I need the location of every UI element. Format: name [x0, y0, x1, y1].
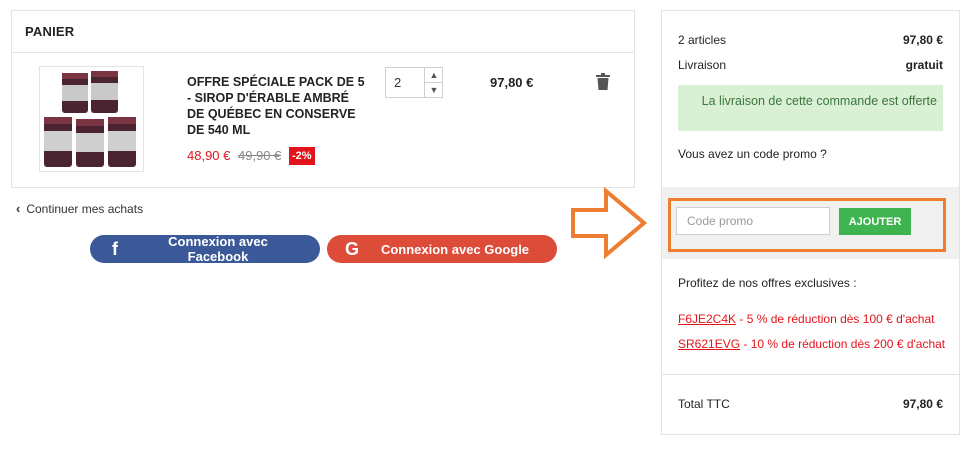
cart-title: PANIER — [25, 24, 75, 39]
shipping-value: gratuit — [905, 58, 943, 72]
free-shipping-notice: La livraison de cette commande est offer… — [678, 85, 943, 131]
google-icon: G — [344, 238, 359, 259]
continue-shopping-link[interactable]: ‹ Continuer mes achats — [16, 201, 143, 216]
facebook-login-label: Connexion avec Facebook — [168, 234, 268, 264]
chevron-left-icon: ‹ — [16, 201, 21, 216]
offer-item: SR621EVG - 10 % de réduction dès 200 € d… — [678, 337, 945, 351]
product-old-price: 49,90 € — [238, 148, 282, 163]
google-login-button[interactable]: G Connexion avec Google — [327, 235, 557, 263]
promo-code-section: AJOUTER — [662, 187, 959, 259]
order-summary-panel: 2 articles 97,80 € Livraison gratuit La … — [661, 10, 960, 435]
facebook-login-button[interactable]: f Connexion avec Facebook — [90, 234, 320, 264]
maple-syrup-cans-image — [40, 67, 143, 171]
product-image[interactable] — [39, 66, 144, 172]
quantity-decrease-button[interactable]: ▼ — [425, 83, 443, 97]
trash-icon[interactable] — [596, 73, 610, 90]
quantity-input[interactable] — [386, 68, 424, 97]
divider — [662, 374, 959, 375]
discount-badge: -2% — [289, 147, 315, 165]
shipping-label: Livraison — [678, 58, 727, 72]
cart-panel: PANIER OFFRE SPÉCIALE PACK DE 5 - SIROP … — [11, 10, 635, 188]
total-value: 97,80 € — [902, 397, 943, 411]
quantity-increase-button[interactable]: ▲ — [425, 68, 443, 83]
total-label: Total TTC — [678, 397, 730, 411]
offer-code-link[interactable]: F6JE2C4K — [678, 312, 736, 326]
quantity-stepper[interactable]: ▲ ▼ — [385, 67, 443, 98]
quantity-buttons: ▲ ▼ — [424, 68, 443, 97]
promo-code-question[interactable]: Vous avez un code promo ? — [678, 147, 827, 161]
articles-value: 97,80 € — [902, 33, 943, 47]
facebook-icon: f — [112, 238, 118, 259]
line-total: 97,80 € — [490, 75, 534, 90]
product-price: 48,90 € — [187, 148, 231, 163]
cart-header: PANIER — [12, 11, 634, 53]
offer-description: - 5 % de réduction dès 100 € d'achat — [736, 312, 935, 326]
google-login-label: Connexion avec Google — [380, 241, 530, 257]
offer-item: F6JE2C4K - 5 % de réduction dès 100 € d'… — [678, 312, 934, 326]
add-promo-button[interactable]: AJOUTER — [839, 208, 911, 235]
arrow-right-icon — [571, 186, 648, 260]
promo-code-input[interactable] — [676, 207, 830, 235]
offers-title: Profitez de nos offres exclusives : — [678, 276, 857, 290]
offer-description: - 10 % de réduction dès 200 € d'achat — [740, 337, 946, 351]
offer-code-link[interactable]: SR621EVG — [678, 337, 740, 351]
articles-label: 2 articles — [678, 33, 727, 47]
continue-shopping-label: Continuer mes achats — [26, 202, 144, 216]
product-name[interactable]: OFFRE SPÉCIALE PACK DE 5 - SIROP D'ÉRABL… — [187, 74, 365, 138]
